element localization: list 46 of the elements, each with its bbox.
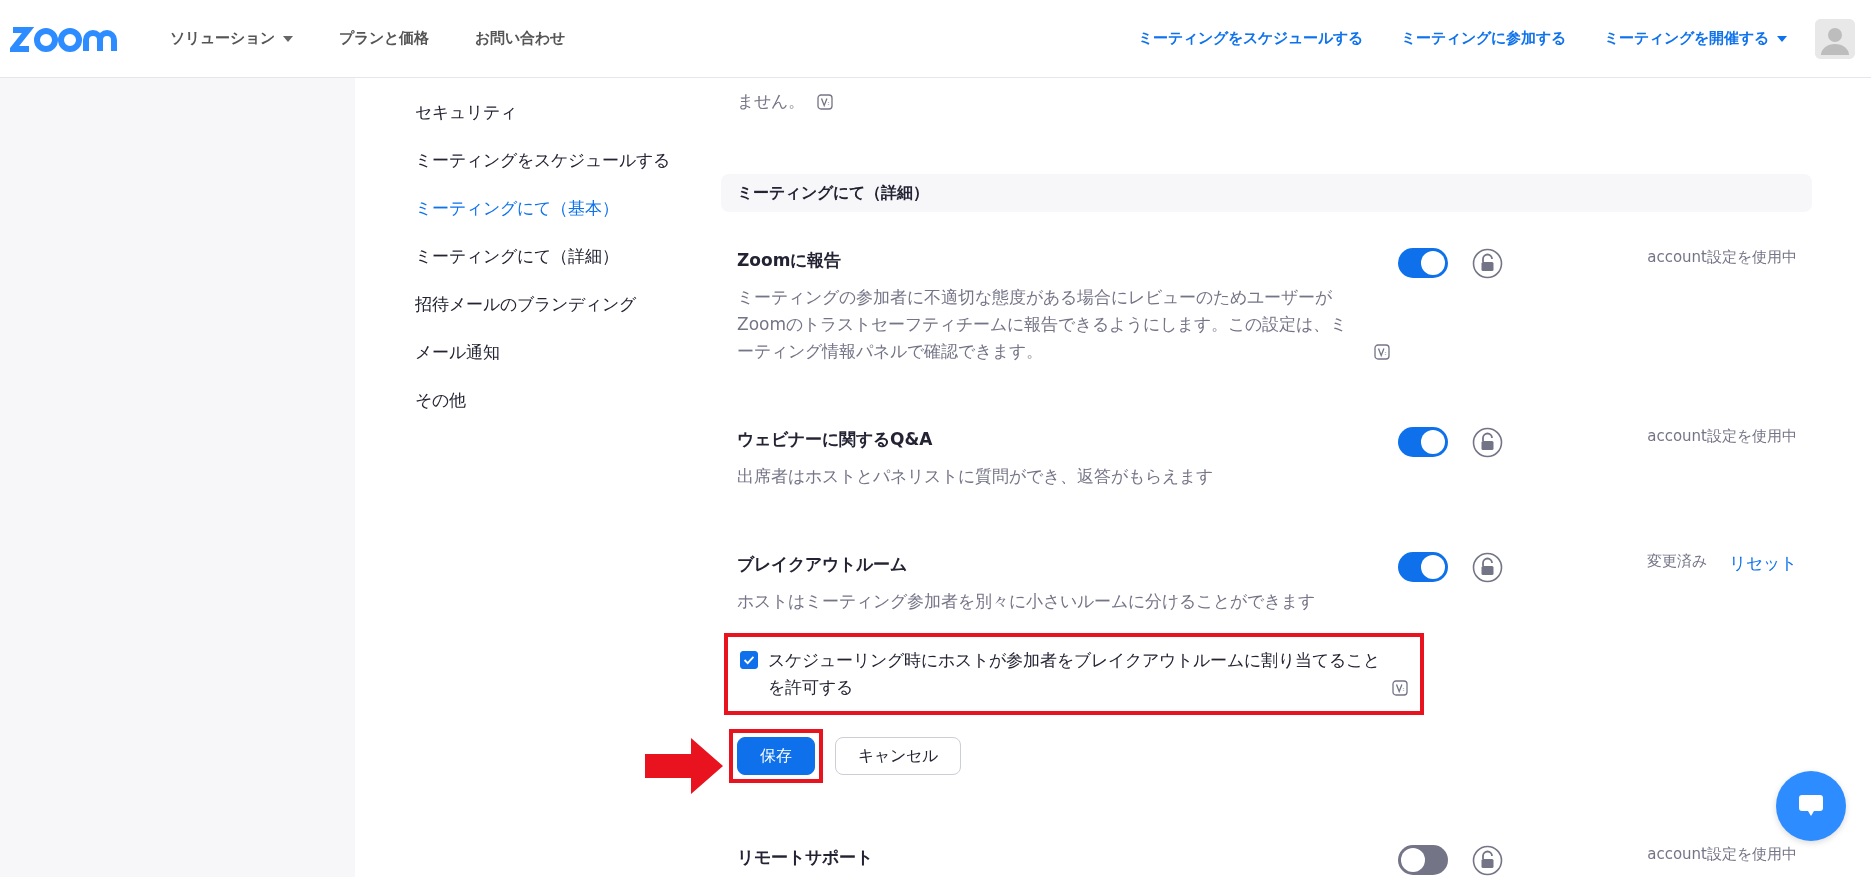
cancel-button[interactable]: キャンセル: [835, 737, 961, 775]
unlocked-padlock-icon[interactable]: [1472, 552, 1503, 583]
setting-title: ウェビナーに関するQ&A: [737, 428, 934, 451]
checkbox-label: スケジューリング時にホストが参加者をブレイクアウトルームに割り当てることを許可する: [768, 649, 1380, 699]
setting-status: 変更済み: [1647, 552, 1707, 572]
sidebar-item[interactable]: メール通知: [415, 332, 721, 380]
setting-description: ません。: [737, 90, 805, 113]
toggle-switch[interactable]: [1398, 552, 1448, 582]
toggle-switch[interactable]: [1398, 845, 1448, 875]
info-badge-icon[interactable]: [1392, 680, 1408, 696]
setting-status: account設定を使用中: [1647, 845, 1797, 865]
setting-status: account設定を使用中: [1647, 427, 1797, 447]
nav-link[interactable]: お問い合わせ: [475, 29, 565, 48]
chat-button[interactable]: [1776, 771, 1846, 841]
reset-link[interactable]: リセット: [1729, 552, 1797, 783]
checkbox[interactable]: [740, 651, 758, 669]
sidebar-item[interactable]: ミーティングにて（詳細）: [415, 236, 721, 284]
section-header: ミーティングにて（詳細）: [721, 174, 1812, 212]
setting-title: リモートサポート: [737, 846, 874, 869]
setting-description: ホストはミーティング参加者を別々に小さいルームに分けることができます: [737, 590, 1315, 613]
save-button[interactable]: 保存: [737, 737, 815, 775]
sidebar-item[interactable]: ミーティングにて（基本）: [415, 188, 721, 236]
header-link[interactable]: ミーティングに参加する: [1401, 29, 1566, 48]
info-badge-icon[interactable]: [1374, 344, 1390, 360]
sidebar-item[interactable]: 招待メールのブランディング: [415, 284, 721, 332]
sidebar-item[interactable]: ミーティングをスケジュールする: [415, 140, 721, 188]
header-link[interactable]: ミーティングを開催する: [1604, 29, 1787, 48]
setting-title: Zoomに報告: [737, 249, 843, 272]
setting-title: ブレイクアウトルーム: [737, 553, 908, 576]
header-link[interactable]: ミーティングをスケジュールする: [1138, 29, 1363, 48]
sidebar-item[interactable]: セキュリティ: [415, 92, 721, 140]
nav-link[interactable]: プランと価格: [339, 29, 429, 48]
setting-description: ミーティングの参加者に不適切な態度がある場合にレビューのためユーザーがZoomのトラストセーフティチームに報告できるようにします。この設定は、ミーティング情報パネルで確認できます。: [737, 286, 1348, 363]
caret-icon: [1777, 35, 1787, 42]
nav-link[interactable]: ソリューション: [170, 29, 293, 48]
chat-bubble-icon: [1798, 794, 1824, 818]
unlocked-padlock-icon[interactable]: [1472, 845, 1503, 876]
unlocked-padlock-icon[interactable]: [1472, 248, 1503, 279]
toggle-switch[interactable]: [1398, 427, 1448, 457]
sidebar-item[interactable]: その他: [415, 380, 721, 428]
toggle-switch[interactable]: [1398, 248, 1448, 278]
caret-icon: [283, 35, 293, 42]
setting-status: account設定を使用中: [1647, 248, 1797, 268]
info-badge-icon[interactable]: [817, 94, 833, 110]
unlocked-padlock-icon[interactable]: [1472, 427, 1503, 458]
setting-description: 出席者はホストとパネリストに質問ができ、返答がもらえます: [737, 465, 1213, 488]
